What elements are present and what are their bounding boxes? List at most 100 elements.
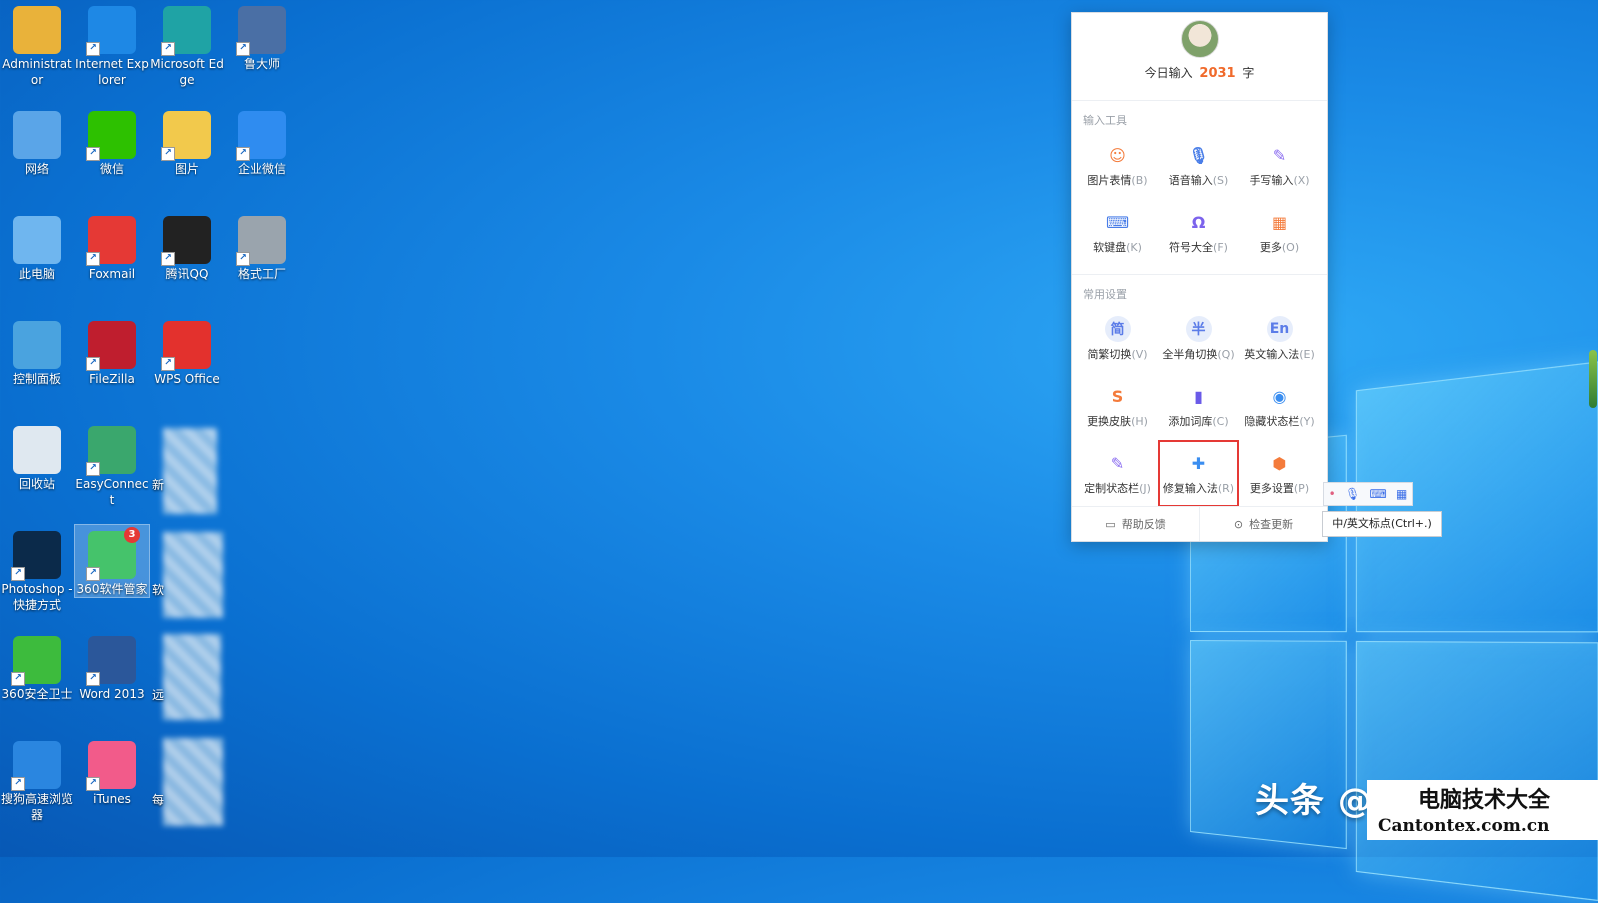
ime-option-label: 全半角切换(Q) [1158,346,1239,362]
shortcut-arrow-icon: ↗ [86,147,100,161]
desktop-icon-label: EasyConnect [75,477,149,507]
ime-option-smile[interactable]: ☺ 图片表情(B) [1077,132,1158,199]
partial-label[interactable]: 每 [152,791,164,808]
option-text: 英文输入法 [1244,348,1300,361]
desktop-icon[interactable]: ↗ 3 360软件管家 [74,524,150,598]
punctuation-icon[interactable]: • [1329,487,1336,501]
desktop-icon[interactable]: ↗ 鲁大师 [225,0,299,72]
ime-option-label: 隐藏状态栏(Y) [1239,413,1320,429]
360-software-icon: ↗ 3 [86,527,140,581]
ime-option-english[interactable]: En 英文输入法(E) [1239,306,1320,373]
desktop-icon[interactable]: 此电脑 [0,210,74,282]
option-text: 更换皮肤 [1087,415,1132,428]
desktop-icon[interactable]: ↗ Word 2013 [75,630,149,702]
desktop-icon-label: 企业微信 [237,162,286,176]
folder-icon: ↗ [161,111,211,161]
desktop-icon[interactable]: 控制面板 [0,315,74,387]
help-feedback-button[interactable]: ▭ 帮助反馈 [1072,507,1199,541]
shortcut-arrow-icon: ↗ [86,42,100,56]
microphone-icon[interactable]: 🎙 [1345,487,1360,501]
desktop-icon[interactable]: ↗ Internet Explorer [75,0,149,88]
desktop-icon[interactable]: 网络 [0,105,74,177]
ime-option-apps-grid[interactable]: ▦ 更多(O) [1239,199,1320,266]
ime-option-label: 更多(O) [1239,239,1320,255]
ime-option-skin-shirt[interactable]: S 更换皮肤(H) [1077,373,1158,440]
option-text: 更多 [1259,241,1282,254]
foxmail-icon: ↗ [86,216,136,266]
tools-icon: ✎ [1110,453,1125,473]
ime-option-microphone[interactable]: 🎙 语音输入(S) [1158,132,1239,199]
ime-footer: ▭ 帮助反馈 ⊙ 检查更新 [1072,506,1327,541]
desktop-icon[interactable]: ↗ Photoshop - 快捷方式 [0,525,74,613]
desktop-icon-label: 鲁大师 [243,57,280,71]
ime-option-label: 图片表情(B) [1077,172,1158,188]
desktop-icon[interactable]: ↗ Microsoft Edge [150,0,224,88]
desktop-icon[interactable]: ↗ 搜狗高速浏览器 [0,735,74,823]
partial-label[interactable]: 新 [152,476,164,493]
ime-option-hexagon-settings[interactable]: ⬢ 更多设置(P) [1239,440,1320,507]
option-text: 添加词库 [1168,415,1213,428]
desktop-icon[interactable]: Administrator [0,0,74,88]
desktop-icon[interactable]: ↗ EasyConnect [75,420,149,508]
today-prefix: 今日输入 [1144,66,1193,80]
option-text: 修复输入法 [1162,482,1218,495]
upload-circle-icon: ⊙ [1233,517,1244,531]
desktop-icon[interactable]: ↗ 企业微信 [225,105,299,177]
shortcut-key: (E) [1299,348,1315,361]
desktop-icon[interactable]: ↗ 360安全卫士 [0,630,74,702]
desktop-icon-label: 网络 [24,162,49,176]
apps-grid-icon[interactable]: ▦ [1396,487,1407,501]
desktop-icon-label: Photoshop - 快捷方式 [1,582,73,612]
skin-shirt-icon: S [1111,386,1124,406]
ime-option-keyboard[interactable]: ⌨ 软键盘(K) [1077,199,1158,266]
eye-hide-icon: ◉ [1272,386,1287,406]
desktop-icon[interactable]: ↗ WPS Office [150,315,224,387]
360-security-icon: ↗ [11,636,61,686]
ime-option-label: 手写输入(X) [1239,172,1320,188]
check-update-button[interactable]: ⊙ 检查更新 [1199,507,1327,541]
side-scroll-indicator[interactable] [1589,350,1597,408]
ime-option-eye-hide[interactable]: ◉ 隐藏状态栏(Y) [1239,373,1320,440]
option-text: 符号大全 [1169,241,1214,254]
desktop-icon[interactable]: ↗ Foxmail [75,210,149,282]
desktop-icon-label: 360安全卫士 [1,687,73,701]
desktop-icon-label: Administrator [2,57,72,87]
desktop-icon-label: iTunes [93,792,131,806]
desktop-icon[interactable]: 回收站 [0,420,74,492]
ime-settings-panel: 今日输入 2031 字 输入工具 ☺ 图片表情(B) 🎙 语音输入(S) ✎ 手写输入(X… [1071,12,1328,542]
shortcut-arrow-icon: ↗ [86,777,100,791]
avatar[interactable] [1180,20,1219,58]
ime-option-pen[interactable]: ✎ 手写输入(X) [1239,132,1320,199]
help-feedback-label: 帮助反馈 [1121,518,1166,531]
shortcut-arrow-icon: ↗ [236,42,250,56]
check-update-label: 检查更新 [1249,518,1294,531]
ime-option-simplified-traditional[interactable]: 简简繁切换(V) [1077,306,1158,373]
settings-section-title: 常用设置 [1083,288,1127,301]
option-text: 定制状态栏 [1084,482,1140,495]
desktop-icon[interactable]: ↗ 微信 [75,105,149,177]
hexagon-settings-icon: ⬢ [1272,453,1287,473]
desktop-icon-label: 360软件管家 [76,582,148,596]
shortcut-key: (J) [1139,482,1151,495]
option-text: 更多设置 [1249,482,1294,495]
keyboard-icon[interactable]: ⌨ [1369,487,1386,501]
desktop-icon[interactable]: ↗ iTunes [75,735,149,807]
ime-option-tools[interactable]: ✎ 定制状态栏(J) [1077,440,1158,507]
desktop-icon[interactable]: ↗ 格式工厂 [225,210,299,282]
blurred-icon [163,532,223,618]
status-tooltip: 中/英文标点(Ctrl+.) [1322,511,1442,537]
option-text: 全半角切换 [1162,348,1218,361]
ime-option-dictionary[interactable]: ▮ 添加词库(C) [1158,373,1239,440]
ime-option-label: 更换皮肤(H) [1077,413,1158,429]
desktop-icon[interactable]: ↗ FileZilla [75,315,149,387]
desktop-icon-label: WPS Office [154,372,220,386]
desktop-icon[interactable]: ↗ 图片 [150,105,224,177]
desktop-icon-label: Internet Explorer [75,57,149,87]
ime-option-repair-kit[interactable]: ✚ 修复输入法(R) [1158,440,1239,507]
desktop-icon[interactable]: ↗ 腾讯QQ [150,210,224,282]
shortcut-key: (O) [1281,241,1300,254]
ime-option-omega[interactable]: Ω 符号大全(F) [1158,199,1239,266]
partial-label[interactable]: 远 [152,686,164,703]
partial-label[interactable]: 软 [152,581,164,598]
ime-option-half-full-width[interactable]: 半全半角切换(Q) [1158,306,1239,373]
